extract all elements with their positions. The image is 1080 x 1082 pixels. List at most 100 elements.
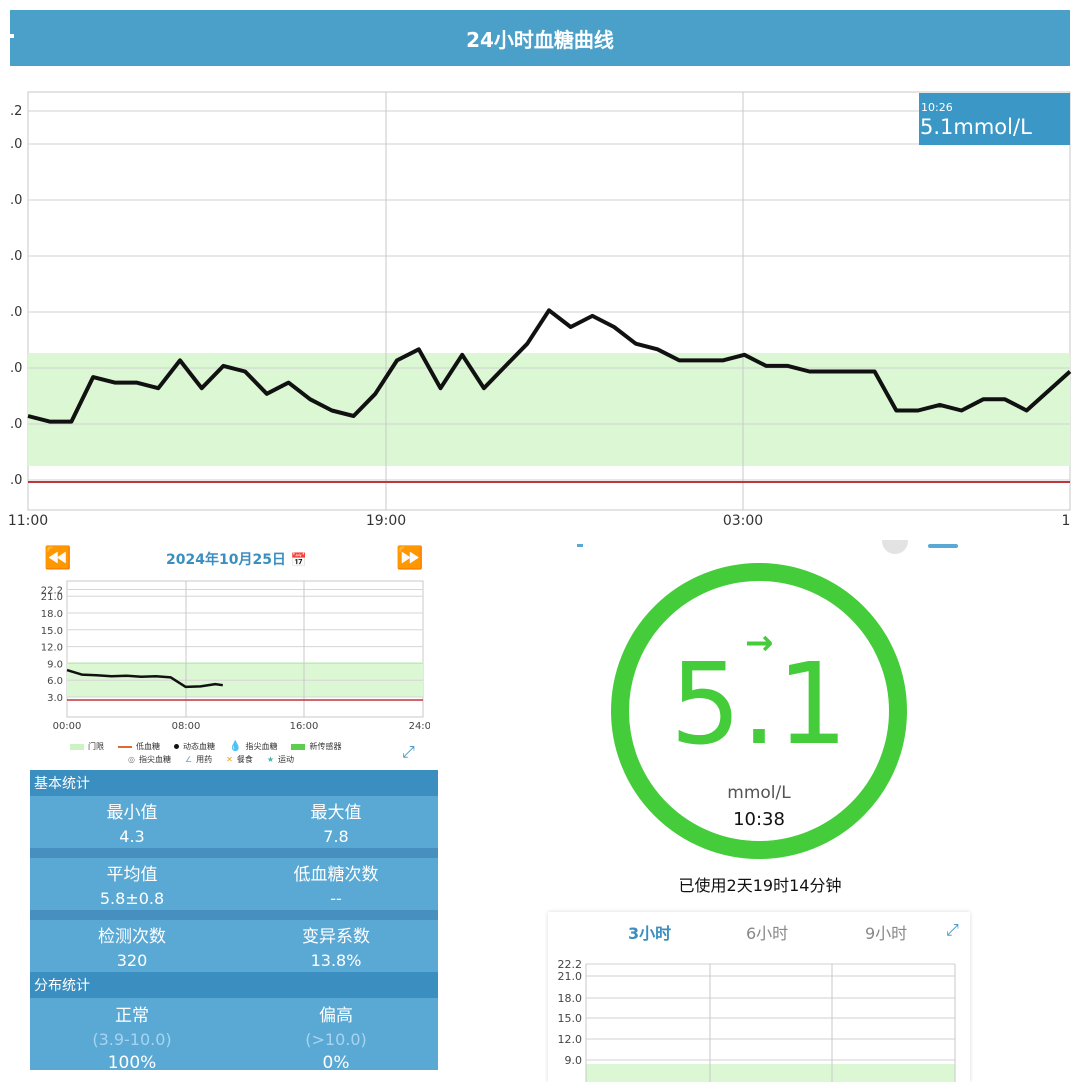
distribution-title: 分布统计 bbox=[30, 972, 438, 998]
y-tick-label: 21.0 bbox=[558, 970, 583, 983]
stat-value: 4.3 bbox=[119, 827, 145, 846]
basic-stats-title: 基本统计 bbox=[30, 770, 438, 796]
x-tick-label: 08:00 bbox=[172, 721, 201, 732]
daily-glucose-chart[interactable]: 22.221.018.015.012.09.06.03.000:00 08:00 1… bbox=[30, 578, 430, 734]
value-tooltip: 10:26 5.1mmol/L bbox=[919, 93, 1070, 145]
y-tick-label: .0 bbox=[10, 305, 22, 320]
y-tick-label: 12.0 bbox=[41, 643, 63, 654]
dist-label: 偏高 bbox=[319, 1006, 353, 1026]
range-card: 3小时 6小时 9小时 ⤢ 22.2 21.0 18.0 15.0 12.0 9.0 bbox=[548, 912, 970, 1082]
y-tick-label: .0 bbox=[10, 249, 22, 264]
stat-value: 320 bbox=[116, 951, 148, 970]
y-tick-label: 9.0 bbox=[47, 659, 63, 670]
stat-label: 平均值 bbox=[106, 865, 158, 885]
glucose-24h-chart[interactable]: .2 .0 .0 .0 .0 .0 .0 .0 11:00 19:00 03:00 1 bbox=[0, 80, 1080, 530]
date-navigator: ⏪ 2024年10月25日 📅 ⏩ bbox=[40, 544, 430, 574]
reading-time: 10:38 bbox=[733, 809, 785, 830]
stat-label: 最大值 bbox=[310, 803, 362, 823]
fingertip-icon: ◎ bbox=[128, 755, 135, 764]
stat-row: 平均值 5.8±0.8 低血糖次数 -- bbox=[30, 858, 438, 920]
stat-hypo-count: 低血糖次数 -- bbox=[234, 858, 438, 910]
sensor-usage-duration: 已使用2天19时14分钟 bbox=[678, 876, 842, 895]
next-day-icon[interactable]: ⏩ bbox=[396, 546, 423, 571]
legend-meal: ✕ 餐食 bbox=[226, 755, 253, 764]
y-tick-label: .0 bbox=[10, 361, 22, 376]
stat-row: 最小值 4.3 最大值 7.8 bbox=[30, 796, 438, 858]
stat-value: 5.8±0.8 bbox=[99, 889, 165, 908]
y-tick-label: .0 bbox=[10, 473, 22, 488]
partial-element bbox=[577, 544, 583, 547]
prev-day-icon[interactable]: ⏪ bbox=[44, 546, 71, 571]
dist-percent: 100% bbox=[107, 1053, 157, 1070]
y-tick-label: 18.0 bbox=[558, 992, 583, 1005]
stat-value: -- bbox=[330, 889, 342, 908]
target-range-band bbox=[586, 1064, 955, 1082]
stat-min: 最小值 4.3 bbox=[30, 796, 234, 848]
tab-3h[interactable]: 3小时 bbox=[628, 920, 671, 944]
y-tick-label: .0 bbox=[10, 137, 22, 152]
y-tick-label: 9.0 bbox=[565, 1054, 583, 1067]
stat-max: 最大值 7.8 bbox=[234, 796, 438, 848]
stat-value: 13.8% bbox=[310, 951, 362, 970]
stat-row: 检测次数 320 变异系数 13.8% bbox=[30, 920, 438, 972]
recent-glucose-chart[interactable]: 22.221.018.015.012.09.0 bbox=[548, 956, 970, 1082]
distribution-row: 正常 (3.9-10.0) 100% 偏高 (>10.0) 0% bbox=[30, 998, 438, 1070]
page-title: 24小时血糖曲线 bbox=[466, 27, 614, 52]
tooltip-time: 10:26 bbox=[921, 101, 953, 114]
stat-value: 7.8 bbox=[323, 827, 349, 846]
y-tick-label: 6.0 bbox=[47, 676, 63, 687]
dot-swatch-icon bbox=[174, 744, 179, 749]
expand-icon[interactable]: ⤢ bbox=[402, 742, 415, 762]
threshold-swatch-icon bbox=[70, 743, 84, 750]
y-tick-label: 18.0 bbox=[41, 609, 63, 620]
dist-high: 偏高 (>10.0) 0% bbox=[234, 998, 438, 1070]
dist-label: 正常 bbox=[115, 1006, 149, 1026]
calendar-icon[interactable]: 📅 bbox=[291, 553, 307, 568]
running-icon: ★ bbox=[266, 755, 275, 764]
legend-new-sensor: 新传感器 bbox=[291, 741, 341, 752]
y-tick-label: 15.0 bbox=[558, 1012, 583, 1025]
legend-cgm: 动态血糖 bbox=[174, 741, 215, 752]
y-tick-label: 12.0 bbox=[558, 1033, 583, 1046]
dist-range: (>10.0) bbox=[305, 1030, 367, 1049]
dist-range: (3.9-10.0) bbox=[92, 1030, 172, 1049]
stat-test-count: 检测次数 320 bbox=[30, 920, 234, 972]
legend-row-2: ◎ 指尖血糖 ∠ 用药 ✕ 餐食 ★ 运动 bbox=[70, 753, 430, 766]
back-indicator[interactable] bbox=[10, 34, 14, 38]
x-tick-label: 24:00 bbox=[409, 721, 430, 732]
fork-knife-icon: ✕ bbox=[226, 755, 233, 764]
tooltip-value: 5.1mmol/L bbox=[920, 115, 1032, 139]
chart-legend: 门限 低血糖 动态血糖 💧 指尖血糖 新传感器 ◎ 指尖血糖 ∠ 用药 ✕ 餐食 ★ 运动 bbox=[70, 740, 430, 766]
stat-label: 低血糖次数 bbox=[293, 865, 379, 885]
blood-drop-icon: 💧 bbox=[229, 741, 242, 752]
stat-label: 检测次数 bbox=[98, 927, 166, 947]
stat-label: 变异系数 bbox=[302, 927, 370, 947]
x-tick-label: 1 bbox=[1062, 513, 1071, 529]
y-tick-label: .0 bbox=[10, 193, 22, 208]
stat-cv: 变异系数 13.8% bbox=[234, 920, 438, 972]
date-label[interactable]: 2024年10月25日 bbox=[166, 552, 286, 568]
x-tick-label: 16:00 bbox=[290, 721, 319, 732]
x-tick-label: 11:00 bbox=[8, 513, 48, 529]
legend-fingertip-2: ◎ 指尖血糖 bbox=[128, 755, 171, 764]
x-tick-label: 03:00 bbox=[723, 513, 763, 529]
legend-exercise: ★ 运动 bbox=[266, 755, 295, 764]
tab-6h[interactable]: 6小时 bbox=[746, 920, 788, 944]
stats-panel: 基本统计 最小值 4.3 最大值 7.8 平均值 5.8±0.8 低血糖次数 -- 检测… bbox=[30, 770, 438, 1070]
dist-normal: 正常 (3.9-10.0) 100% bbox=[30, 998, 234, 1070]
legend-row-1: 门限 低血糖 动态血糖 💧 指尖血糖 新传感器 bbox=[70, 740, 430, 753]
glucose-unit: mmol/L bbox=[727, 783, 791, 803]
partial-element bbox=[882, 540, 908, 554]
partial-element bbox=[928, 544, 958, 548]
syringe-icon: ∠ bbox=[184, 755, 193, 764]
y-tick-label: 3.0 bbox=[47, 693, 63, 704]
x-tick-label: 00:00 bbox=[53, 721, 82, 732]
x-tick-label: 19:00 bbox=[366, 513, 406, 529]
y-tick-label: 21.0 bbox=[41, 592, 63, 603]
expand-icon[interactable]: ⤢ bbox=[946, 920, 959, 940]
current-glucose-ring: → 5.1 mmol/L 10:38 bbox=[611, 563, 907, 859]
range-tabs: 3小时 6小时 9小时 bbox=[548, 920, 970, 950]
y-tick-label: .0 bbox=[10, 417, 22, 432]
page-header: 24小时血糖曲线 bbox=[10, 10, 1070, 66]
tab-9h[interactable]: 9小时 bbox=[865, 920, 907, 944]
